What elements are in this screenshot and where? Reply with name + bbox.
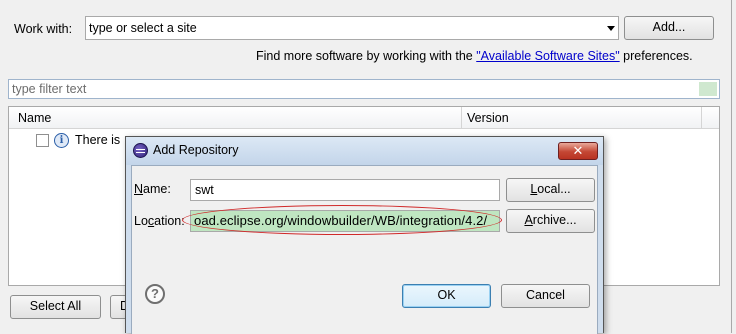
work-with-label: Work with: [14,22,73,36]
filter-input[interactable]: type filter text [8,79,720,99]
close-button[interactable]: ✕ [558,142,598,160]
site-combo[interactable]: type or select a site [85,16,619,40]
ok-button[interactable]: OK [402,284,491,308]
archive-button[interactable]: Archive... [506,209,595,233]
column-header-name[interactable]: Name [18,111,51,125]
dialog-titlebar[interactable]: Add Repository ✕ [126,137,603,165]
row-text: There is [75,133,121,147]
window-border [731,0,732,333]
more-software-text: Find more software by working with the "… [256,49,693,63]
table-header: Name Version [9,107,719,129]
local-button[interactable]: Local... [506,178,595,202]
location-field[interactable]: oad.eclipse.org/windowbuilder/WB/integra… [190,210,500,232]
add-repository-dialog[interactable]: Add Repository ✕ Name: swt Local... Loca… [125,136,604,334]
local-button-rest: ocal... [537,182,571,196]
location-value: oad.eclipse.org/windowbuilder/WB/integra… [194,213,488,228]
location-label: Location: [134,214,185,228]
location-label-rest: ation: [154,214,185,228]
cancel-button[interactable]: Cancel [501,284,590,308]
name-field[interactable]: swt [190,179,500,201]
dropdown-arrow-icon[interactable] [607,26,615,31]
available-sites-link[interactable]: "Available Software Sites" [476,49,619,63]
row-checkbox[interactable] [36,134,49,147]
archive-button-mnemonic: A [524,213,533,227]
eclipse-icon [133,143,148,158]
dialog-body: Name: swt Local... Location: oad.eclipse… [131,165,598,334]
site-combo-value: type or select a site [89,21,197,35]
clear-filter-icon[interactable] [699,82,717,96]
name-label: Name: [134,182,171,196]
column-header-version[interactable]: Version [467,111,509,125]
name-label-rest: ame: [143,182,171,196]
name-label-mnemonic: N [134,182,144,196]
column-separator[interactable] [701,107,702,129]
help-glyph: ? [151,286,159,301]
select-all-button[interactable]: Select All [10,295,101,319]
more-software-suffix: preferences. [619,49,693,63]
dialog-title: Add Repository [153,143,239,157]
help-icon[interactable]: ? [145,284,165,304]
info-icon: i [54,133,69,148]
column-separator[interactable] [461,107,462,129]
name-value: swt [195,183,214,197]
filter-placeholder: type filter text [12,82,87,96]
close-icon: ✕ [572,143,584,158]
archive-button-rest: rchive... [532,213,577,227]
more-software-prefix: Find more software by working with the [256,49,477,63]
add-site-button[interactable]: Add... [624,16,714,40]
location-label-prefix: Lo [134,214,148,228]
